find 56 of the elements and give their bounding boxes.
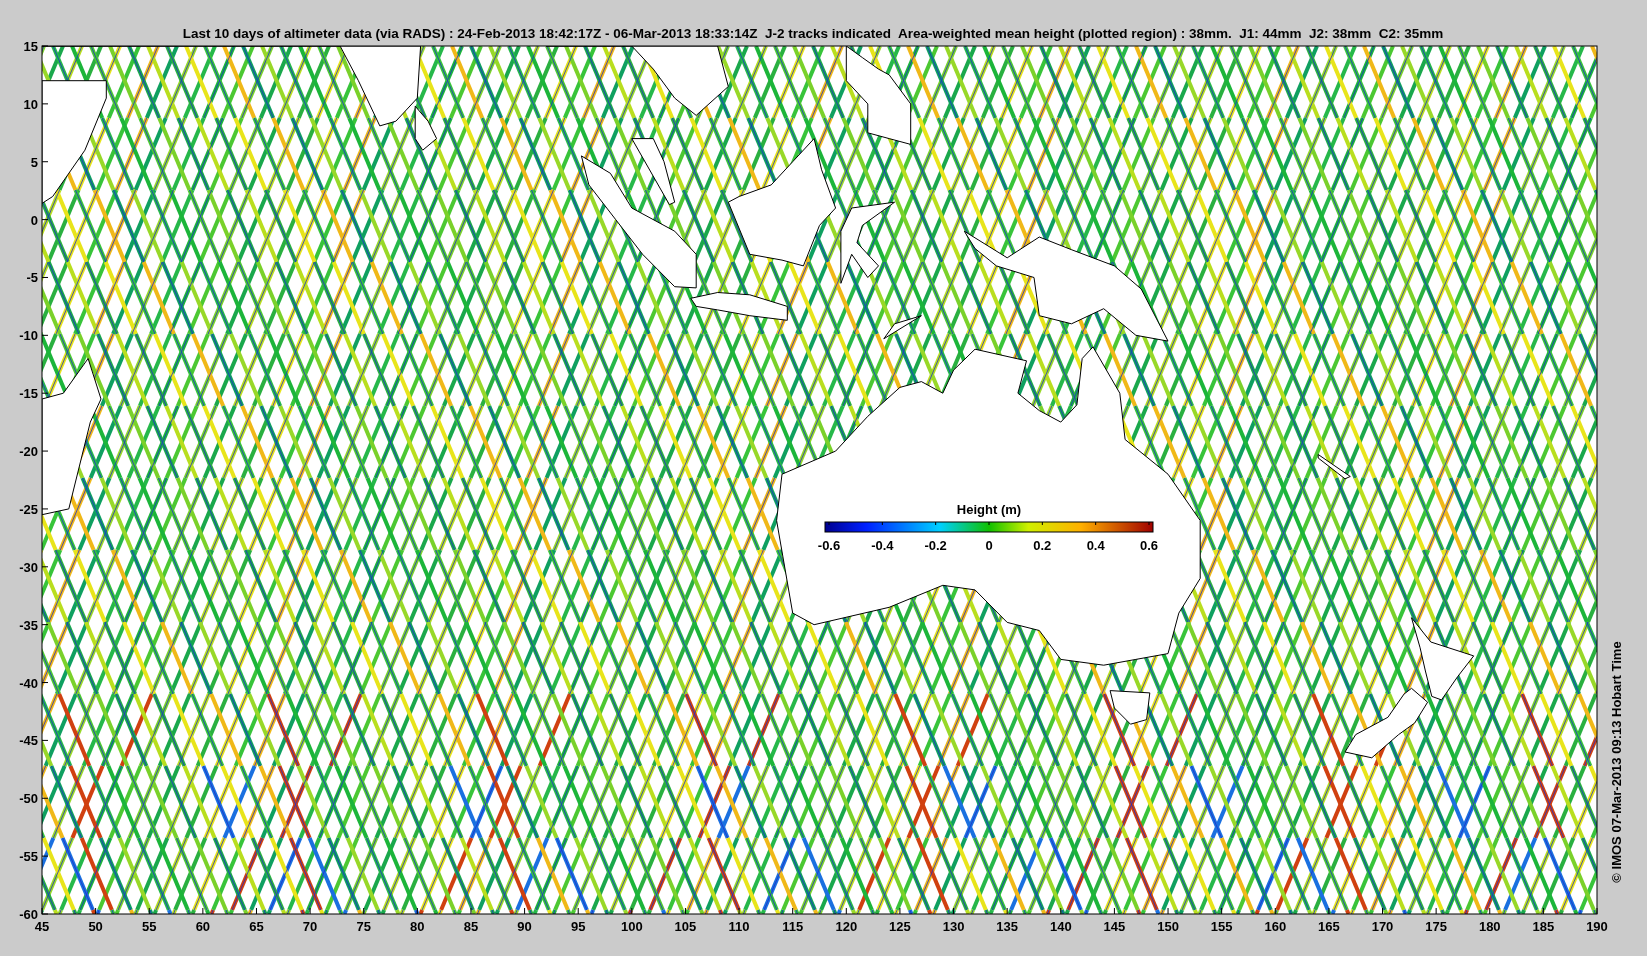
x-tick-label: 165 (1318, 919, 1340, 934)
colorbar-tick-label: -0.6 (817, 538, 841, 553)
y-tick-label: -35 (19, 617, 38, 633)
x-tick-label: 70 (302, 919, 318, 934)
colorbar-tick-label: -0.4 (871, 538, 894, 553)
x-tick-label: 60 (195, 919, 211, 934)
x-tick-label: 135 (996, 919, 1018, 934)
x-tick-label: 140 (1049, 919, 1072, 934)
y-tick-label: -15 (19, 386, 38, 402)
x-tick-label: 170 (1371, 919, 1394, 934)
x-tick-label: 115 (782, 919, 804, 934)
x-tick-label: 185 (1532, 919, 1555, 934)
x-tick-label: 160 (1264, 919, 1287, 934)
y-tick-label: 10 (23, 96, 38, 112)
y-tick-label: -5 (26, 270, 38, 286)
colorbar-tick-label: -0.2 (924, 538, 947, 553)
y-tick-label: -30 (19, 559, 38, 575)
x-tick-label: 175 (1425, 919, 1447, 934)
x-tick-label: 145 (1103, 919, 1126, 934)
plot-title: Last 10 days of altimeter data (via RADS) : 24-Feb-2013 18:42:17Z - 06-Mar-2013 18:33:14Z J-2 tracks indicated Area-weighted mean height (plotted region) : 38mm. J1: 44mm J2: 38mm C2: 35mm (182, 26, 1444, 41)
colorbar-tick-label: 0.2 (1033, 538, 1052, 553)
x-tick-label: 150 (1157, 919, 1179, 934)
y-tick-label: 5 (30, 154, 38, 170)
credit-label: © IMOS 07-Mar-2013 09:13 Hobart Time (1609, 641, 1624, 883)
y-tick-label: -50 (19, 791, 38, 807)
y-tick-label: 15 (23, 39, 38, 54)
x-tick-label: 85 (463, 919, 479, 934)
x-tick-label: 50 (88, 919, 103, 934)
x-tick-label: 45 (34, 919, 50, 934)
y-tick-label: 0 (30, 212, 38, 228)
y-tick-label: -25 (19, 501, 38, 517)
x-tick-label: 180 (1478, 919, 1501, 934)
x-tick-label: 80 (410, 919, 425, 934)
x-tick-label: 155 (1210, 919, 1233, 934)
colorbar-title: Height (m) (956, 502, 1022, 517)
x-tick-label: 75 (356, 919, 371, 934)
x-tick-label: 65 (249, 919, 264, 934)
x-tick-label: 95 (570, 919, 586, 934)
x-tick-label: 190 (1586, 919, 1608, 934)
x-tick-label: 55 (142, 919, 157, 934)
x-tick-label: 125 (889, 919, 911, 934)
x-tick-label: 110 (728, 919, 750, 934)
x-tick-label: 105 (674, 919, 697, 934)
y-tick-label: -40 (19, 675, 38, 691)
x-tick-label: 90 (517, 919, 532, 934)
x-tick-label: 100 (621, 919, 643, 934)
y-tick-label: -55 (19, 849, 38, 865)
y-tick-label: -60 (19, 907, 38, 922)
x-tick-label: 120 (835, 919, 858, 934)
colorbar-tick-label: 0 (985, 538, 993, 553)
y-tick-label: -10 (19, 328, 38, 344)
y-tick-label: -45 (19, 733, 38, 749)
x-tick-label: 130 (942, 919, 965, 934)
colorbar-tick-label: 0.4 (1086, 538, 1105, 553)
y-tick-label: -20 (19, 444, 38, 460)
colorbar-tick-label: 0.6 (1139, 538, 1159, 553)
